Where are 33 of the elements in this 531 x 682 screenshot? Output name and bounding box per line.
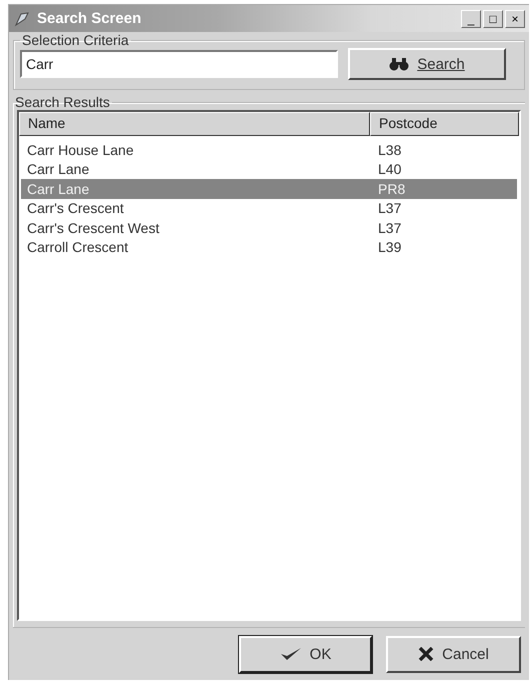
table-cell-text: L37 (377, 220, 402, 236)
table-row[interactable]: Carroll Crescent L39 (21, 238, 517, 257)
table-cell-text: L37 (377, 200, 402, 216)
group-label: Selection Criteria (21, 32, 130, 48)
binoculars-icon (389, 57, 410, 71)
table-cell-text: L39 (377, 239, 402, 256)
table-cell-text: Carr Lane (26, 161, 90, 178)
ok-button[interactable]: OK (239, 636, 372, 672)
table-cell-text: Carr's Crescent (26, 200, 125, 216)
table-cell-text: L38 (377, 142, 402, 158)
search-button[interactable]: Search (348, 48, 506, 80)
table-row[interactable]: Carr House Lane L38 (21, 140, 517, 160)
search-field[interactable]: Carr (20, 50, 338, 78)
minimize-button[interactable]: _ (461, 10, 481, 28)
table-cell-text: Carr's Crescent West (26, 220, 160, 236)
column-header[interactable]: Postcode (370, 112, 519, 136)
table-row[interactable]: Carr's Crescent L37 (21, 198, 517, 218)
app-icon (13, 10, 31, 28)
table-row[interactable]: Carr Lane L40 (21, 160, 517, 179)
close-button[interactable]: × (505, 10, 525, 28)
checkmark-icon (280, 647, 302, 661)
cross-icon (418, 647, 434, 661)
window-title: Search Screen (37, 10, 142, 27)
table-cell-text: Carroll Crescent (26, 239, 130, 256)
table-cell-text: PR8 (377, 180, 406, 197)
table-cell-text: L40 (377, 161, 402, 178)
maximize-button[interactable]: □ (483, 10, 503, 28)
group-label: Search Results (14, 94, 111, 110)
table-cell-text: Carr Lane (26, 180, 90, 197)
cancel-button[interactable]: Cancel (386, 636, 521, 672)
column-header[interactable]: Name (19, 112, 370, 136)
table-row[interactable]: Carr's Crescent West L37 (21, 218, 517, 238)
table-cell-text: Carr House Lane (26, 142, 135, 158)
